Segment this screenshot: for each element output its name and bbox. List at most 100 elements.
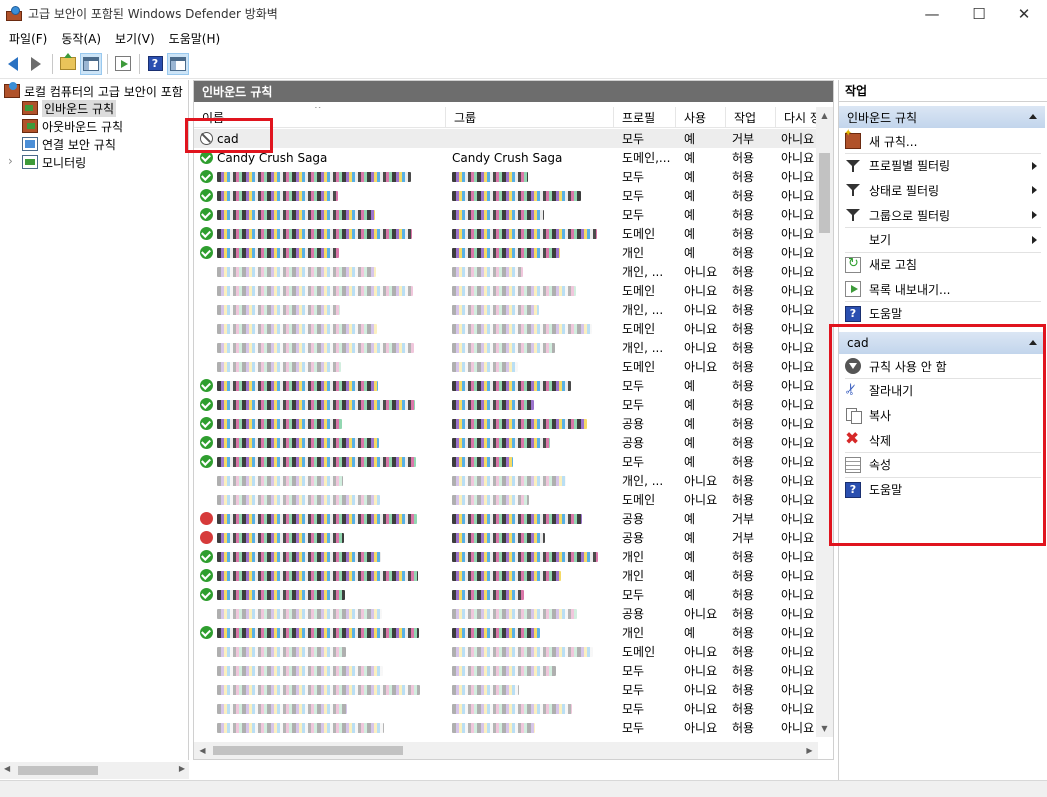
scroll-right-icon[interactable]: ▶ [179, 764, 185, 773]
redacted-text [452, 171, 528, 182]
cell-group [452, 490, 612, 509]
table-row[interactable]: 공용 예 허용 아니요 [194, 414, 818, 433]
table-row[interactable]: 공용 아니요 허용 아니요 [194, 604, 818, 623]
scroll-thumb[interactable] [819, 153, 830, 233]
action-item[interactable]: 새 규칙... [839, 128, 1045, 153]
menu-file[interactable]: 파일(F) [2, 30, 54, 47]
cell-profile: 개인 [622, 246, 645, 260]
rules-horizontal-scrollbar[interactable]: ◀ ▶ [194, 742, 818, 759]
close-button[interactable]: ✕ [1001, 0, 1047, 27]
table-row[interactable]: Candy Crush Saga Candy Crush Saga 도메인,... 예… [194, 148, 818, 167]
show-hide-console-tree-button[interactable] [80, 52, 102, 75]
blank-icon [845, 232, 861, 248]
action-item[interactable]: 목록 내보내기... [839, 277, 1045, 301]
monitoring-expander-icon[interactable]: › [8, 154, 13, 168]
show-hide-action-pane-button[interactable] [167, 52, 189, 75]
tree-item-monitoring[interactable]: 모니터링 [22, 153, 86, 171]
redacted-text [452, 722, 535, 733]
redacted-text [452, 646, 593, 657]
collapse-caret-icon[interactable] [1029, 114, 1037, 119]
tree-root[interactable]: 로컬 컴퓨터의 고급 보안이 포함 [4, 82, 183, 100]
tree-horizontal-scrollbar[interactable]: ◀ ▶ [0, 762, 189, 779]
action-item[interactable]: 프로필별 필터링 [839, 154, 1045, 178]
cell-profile: 개인 [622, 550, 645, 564]
scroll-up-icon[interactable]: ▲ [816, 107, 833, 124]
column-header-enabled[interactable]: 사용 [676, 107, 726, 128]
cell-action: 허용 [732, 360, 755, 374]
menu-view[interactable]: 보기(V) [108, 30, 162, 47]
cell-action: 허용 [732, 170, 755, 184]
allow-rule-icon [200, 588, 213, 601]
cell-action: 허용 [732, 417, 755, 431]
table-row[interactable]: 모두 아니요 허용 아니요 [194, 661, 818, 680]
table-row[interactable]: 도메인 아니요 허용 아니요 [194, 357, 818, 376]
table-row[interactable]: 모두 예 허용 아니요 [194, 167, 818, 186]
column-header-profile[interactable]: 프로필 [614, 107, 676, 128]
table-row[interactable]: 도메인 예 허용 아니요 [194, 224, 818, 243]
table-row[interactable]: 개인, ... 아니요 허용 아니요 [194, 262, 818, 281]
table-row[interactable]: 공용 예 거부 아니요 [194, 528, 818, 547]
table-row[interactable]: 모두 예 허용 아니요 [194, 452, 818, 471]
tree-item-inbound-rules[interactable]: 인바운드 규칙 [22, 99, 117, 117]
table-row[interactable]: 개인 예 허용 아니요 [194, 623, 818, 642]
table-row[interactable]: 모두 예 허용 아니요 [194, 376, 818, 395]
menu-help[interactable]: 도움말(H) [162, 30, 228, 47]
scroll-right-icon[interactable]: ▶ [801, 742, 818, 759]
scroll-left-icon[interactable]: ◀ [4, 764, 10, 773]
table-row[interactable]: 모두 예 허용 아니요 [194, 205, 818, 224]
table-row[interactable]: 공용 예 거부 아니요 [194, 509, 818, 528]
table-row[interactable]: 개인, ... 아니요 허용 아니요 [194, 300, 818, 319]
table-row[interactable]: cad 모두 예 거부 아니요 [194, 129, 818, 148]
scroll-thumb[interactable] [18, 766, 98, 775]
back-button[interactable] [2, 53, 24, 75]
cell-profile: 도메인 [622, 322, 656, 336]
table-row[interactable]: 도메인 아니요 허용 아니요 [194, 642, 818, 661]
export-list-button[interactable] [112, 53, 134, 75]
column-header-group[interactable]: 그룹 [446, 107, 614, 128]
cell-action: 허용 [732, 569, 755, 583]
table-row[interactable]: 도메인 아니요 허용 아니요 [194, 319, 818, 338]
cell-override: 아니요 [781, 493, 815, 507]
scroll-left-icon[interactable]: ◀ [194, 742, 211, 759]
redacted-text [452, 665, 556, 676]
help-button[interactable]: ? [144, 53, 166, 75]
column-header-action[interactable]: 작업 [726, 107, 776, 128]
table-row[interactable]: 공용 예 허용 아니요 [194, 433, 818, 452]
table-row[interactable]: 도메인 아니요 허용 아니요 [194, 281, 818, 300]
menu-action[interactable]: 동작(A) [54, 30, 108, 47]
minimize-button[interactable]: — [909, 0, 955, 27]
table-row[interactable]: 도메인 아니요 허용 아니요 [194, 490, 818, 509]
table-row[interactable]: 개인 예 허용 아니요 [194, 243, 818, 262]
cell-action: 거부 [732, 512, 755, 526]
tree-item-connection-security-rules[interactable]: 연결 보안 규칙 [22, 135, 116, 153]
table-row[interactable]: 모두 예 허용 아니요 [194, 585, 818, 604]
table-row[interactable]: 개인, ... 아니요 허용 아니요 [194, 338, 818, 357]
table-row[interactable]: 개인, ... 아니요 허용 아니요 [194, 471, 818, 490]
action-item[interactable]: 새로 고침 [839, 253, 1045, 277]
action-item[interactable]: 상태로 필터링 [839, 178, 1045, 202]
action-item[interactable]: 보기 [839, 228, 1045, 252]
scroll-down-icon[interactable]: ▼ [816, 720, 833, 737]
table-row[interactable]: 모두 아니요 허용 아니요 [194, 699, 818, 718]
rules-list: cad 모두 예 거부 아니요 Candy Crush Saga Candy Crush S… [194, 129, 818, 737]
table-row[interactable]: 모두 예 허용 아니요 [194, 395, 818, 414]
column-header-override[interactable]: 다시 정 [776, 107, 818, 128]
maximize-button[interactable]: ☐ [956, 0, 1002, 27]
actions-section-inbound-rules[interactable]: 인바운드 규칙 [839, 106, 1045, 128]
action-item[interactable]: ? 도움말 [839, 302, 1045, 326]
action-item[interactable]: 그룹으로 필터링 [839, 203, 1045, 227]
redacted-text [217, 570, 418, 581]
firewall-app-icon [6, 5, 22, 22]
redacted-text [452, 551, 598, 562]
redacted-text [217, 247, 339, 258]
cell-action: 허용 [732, 626, 755, 640]
table-row[interactable]: 모두 아니요 허용 아니요 [194, 680, 818, 699]
forward-button[interactable] [25, 53, 47, 75]
scroll-thumb[interactable] [213, 746, 403, 755]
table-row[interactable]: 개인 예 허용 아니요 [194, 566, 818, 585]
table-row[interactable]: 모두 예 허용 아니요 [194, 186, 818, 205]
up-one-level-button[interactable] [57, 53, 79, 75]
tree-item-outbound-rules[interactable]: 아웃바운드 규칙 [22, 117, 123, 135]
table-row[interactable]: 모두 아니요 허용 아니요 [194, 718, 818, 737]
table-row[interactable]: 개인 예 허용 아니요 [194, 547, 818, 566]
